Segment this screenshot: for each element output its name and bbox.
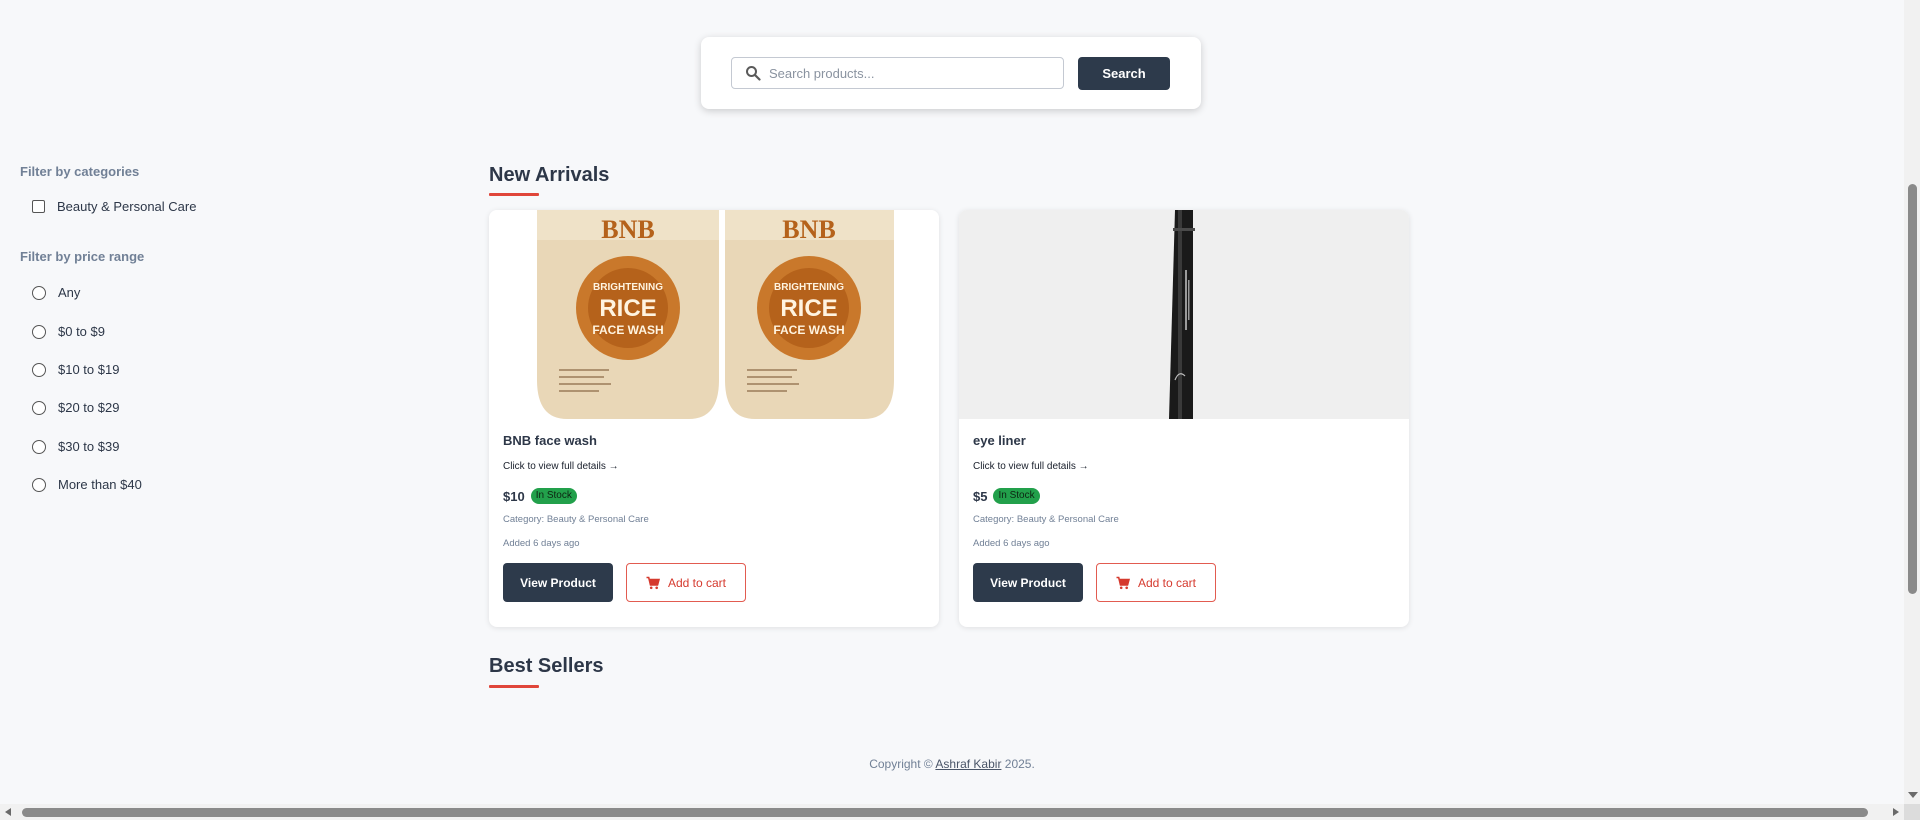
price-label: $10 to $19 xyxy=(58,362,120,377)
product-text-left-1: BRIGHTENING xyxy=(593,282,663,293)
section-underline xyxy=(489,685,539,688)
price-option-40-plus[interactable]: More than $40 xyxy=(32,477,142,492)
page: Search Filter by categories Beauty & Per… xyxy=(0,0,1904,804)
product-card-body: BNB face wash Click to view full details… xyxy=(489,419,939,602)
product-name[interactable]: BNB face wash xyxy=(503,433,925,448)
brand-text-right: BNB xyxy=(782,215,835,244)
price-row: $10 In Stock xyxy=(503,488,925,504)
new-arrivals-heading: New Arrivals xyxy=(489,164,610,186)
product-name[interactable]: eye liner xyxy=(973,433,1395,448)
price-label: $0 to $9 xyxy=(58,324,105,339)
product-text-right-2: RICE xyxy=(780,295,837,322)
scrollbar-corner xyxy=(1904,804,1920,820)
product-card[interactable]: eye liner Click to view full details → $… xyxy=(959,210,1409,627)
search-icon xyxy=(746,66,761,81)
price-radio[interactable] xyxy=(32,362,46,377)
category-label: Beauty & Personal Care xyxy=(57,199,197,214)
price-filter-heading: Filter by price range xyxy=(20,249,145,264)
face-wash-image: BNB BRIGHTENING RICE FACE WASH BNB BRIGH… xyxy=(489,210,939,419)
product-text-left-3: FACE WASH xyxy=(592,323,663,337)
vertical-scroll-thumb[interactable] xyxy=(1908,184,1917,594)
brand-text-left: BNB xyxy=(601,215,654,244)
product-category: Category: Beauty & Personal Care xyxy=(503,514,649,525)
horizontal-scrollbar[interactable] xyxy=(0,804,1904,820)
eye-liner-image xyxy=(959,210,1409,419)
product-card[interactable]: BNB BRIGHTENING RICE FACE WASH BNB BRIGH… xyxy=(489,210,939,627)
price-option-20-29[interactable]: $20 to $29 xyxy=(32,400,119,415)
price-label: Any xyxy=(58,285,81,300)
cart-icon xyxy=(646,576,660,589)
price-option-30-39[interactable]: $30 to $39 xyxy=(32,439,119,454)
price-label: $30 to $39 xyxy=(58,439,120,454)
best-sellers-heading: Best Sellers xyxy=(489,655,604,677)
section-underline xyxy=(489,193,539,196)
price-radio[interactable] xyxy=(32,324,46,339)
product-actions: View Product Add to cart xyxy=(973,563,1395,602)
price-radio[interactable] xyxy=(32,400,46,415)
search-field[interactable] xyxy=(731,57,1064,89)
copyright-prefix: Copyright © xyxy=(869,757,933,771)
cart-icon xyxy=(1116,576,1130,589)
product-added-date: Added 6 days ago xyxy=(503,538,580,549)
product-added-date: Added 6 days ago xyxy=(973,538,1050,549)
search-button[interactable]: Search xyxy=(1078,56,1170,90)
product-card-body: eye liner Click to view full details → $… xyxy=(959,419,1409,602)
footer: Copyright © Ashraf Kabir 2025. xyxy=(0,757,1904,771)
price-row: $5 In Stock xyxy=(973,488,1395,504)
product-text-right-3: FACE WASH xyxy=(773,323,844,337)
add-to-cart-button[interactable]: Add to cart xyxy=(1096,563,1216,602)
view-product-button[interactable]: View Product xyxy=(973,563,1083,602)
price-option-any[interactable]: Any xyxy=(32,285,80,300)
stock-badge: In Stock xyxy=(993,488,1040,504)
add-to-cart-label: Add to cart xyxy=(667,575,727,590)
search-bar: Search xyxy=(701,37,1201,109)
price-label: More than $40 xyxy=(58,477,142,492)
horizontal-scroll-thumb[interactable] xyxy=(22,808,1868,817)
category-filter-heading: Filter by categories xyxy=(20,164,140,179)
add-to-cart-button[interactable]: Add to cart xyxy=(626,563,746,602)
product-image-eye-liner[interactable] xyxy=(959,210,1409,419)
price-label: $20 to $29 xyxy=(58,400,120,415)
product-price: $10 xyxy=(503,488,525,504)
price-radio[interactable] xyxy=(32,439,46,454)
price-radio[interactable] xyxy=(32,285,46,300)
author-link[interactable]: Ashraf Kabir xyxy=(935,757,1001,771)
view-details-link[interactable]: Click to view full details → xyxy=(973,461,1395,472)
scroll-right-arrow-icon[interactable] xyxy=(1893,808,1899,816)
view-product-button[interactable]: View Product xyxy=(503,563,613,602)
view-details-link[interactable]: Click to view full details → xyxy=(503,461,925,472)
product-price: $5 xyxy=(973,488,988,504)
category-option-beauty[interactable]: Beauty & Personal Care xyxy=(32,199,196,214)
scroll-down-arrow-icon[interactable] xyxy=(1908,792,1918,798)
category-checkbox[interactable] xyxy=(32,200,45,213)
product-text-left-2: RICE xyxy=(599,295,656,322)
product-actions: View Product Add to cart xyxy=(503,563,925,602)
price-radio[interactable] xyxy=(32,477,46,492)
search-input[interactable] xyxy=(732,58,1063,88)
product-category: Category: Beauty & Personal Care xyxy=(973,514,1119,525)
scroll-left-arrow-icon[interactable] xyxy=(5,808,11,816)
stock-badge: In Stock xyxy=(530,488,577,504)
product-image-face-wash[interactable]: BNB BRIGHTENING RICE FACE WASH BNB BRIGH… xyxy=(489,210,939,419)
copyright-year: 2025. xyxy=(1004,757,1035,771)
price-option-10-19[interactable]: $10 to $19 xyxy=(32,362,119,377)
price-option-0-9[interactable]: $0 to $9 xyxy=(32,324,105,339)
product-text-right-1: BRIGHTENING xyxy=(774,282,844,293)
vertical-scrollbar[interactable] xyxy=(1904,0,1920,804)
add-to-cart-label: Add to cart xyxy=(1137,575,1197,590)
